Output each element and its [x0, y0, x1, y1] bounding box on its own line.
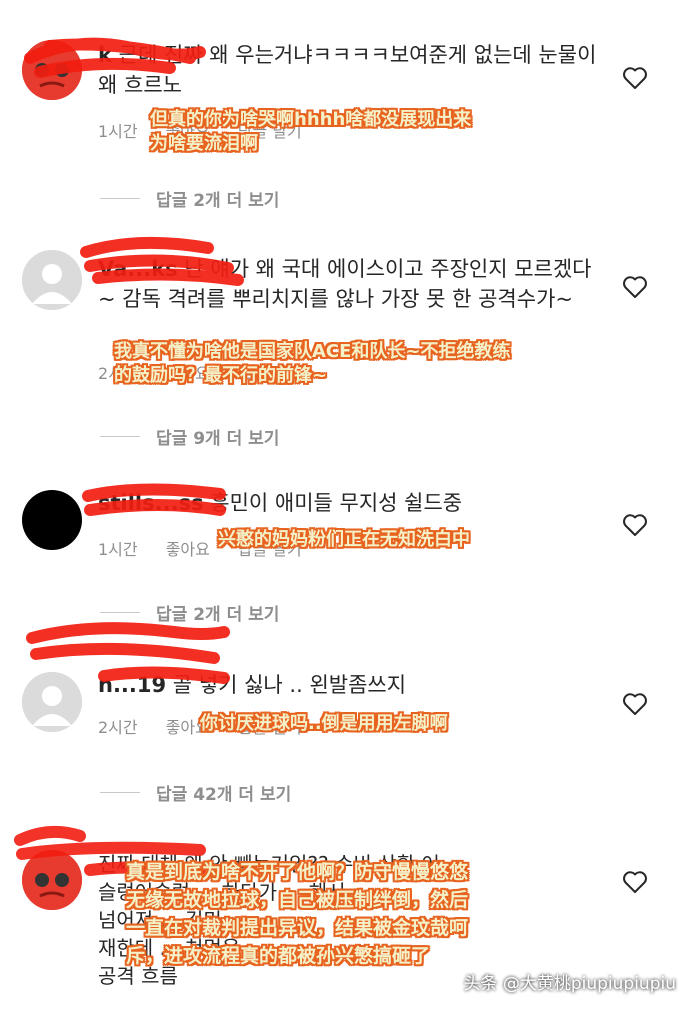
- comment-body: 골 넣기 싫나 .. 왼발좀쓰지: [172, 673, 407, 697]
- translation-overlay-5: 真是到底为啥不开了他啊？防守慢慢悠悠 无缘无故地拉球，自己被压制绊倒，然后 一直…: [126, 858, 468, 970]
- comment-time: 1시간: [98, 540, 138, 559]
- avatar[interactable]: [22, 250, 82, 310]
- view-replies-label: 답글 2개 더 보기: [156, 191, 280, 211]
- divider-line: [100, 792, 140, 793]
- translation-line: 一直在对裁判提出异议，结果被金玟哉呵: [126, 917, 469, 939]
- avatar[interactable]: [22, 490, 82, 550]
- comment-time: 1시간: [98, 122, 138, 141]
- divider-line: [100, 198, 140, 199]
- comment-body: 근데 진짜 왜 우는거냐ㅋㅋㅋㅋ보여준게 없는데 눈물이 왜 흐르노: [98, 43, 597, 97]
- translation-line: 无缘无故地拉球，自己被压制绊倒，然后: [126, 889, 469, 911]
- comment-text: n...19 골 넣기 싫나 .. 왼발좀쓰지: [98, 670, 598, 700]
- comment-username[interactable]: Va...ks: [98, 257, 178, 281]
- heart-icon: [623, 871, 647, 893]
- avatar[interactable]: [22, 850, 82, 910]
- comment-username[interactable]: stills...ss: [98, 491, 204, 515]
- translation-line: 为啥要流泪啊: [150, 133, 258, 154]
- view-replies-button[interactable]: 답글 9개 더 보기: [100, 424, 279, 449]
- default-avatar-icon: [22, 672, 82, 732]
- translation-line: 但真的你为啥哭啊hhhh啥都没展现出来: [150, 109, 472, 130]
- default-avatar-icon: [22, 250, 82, 310]
- comment-username[interactable]: n...19: [98, 673, 166, 697]
- translation-line: 的鼓励吗？最不行的前锋~: [114, 365, 328, 386]
- comment-username[interactable]: k: [98, 43, 112, 67]
- view-replies-label: 답글 42개 더 보기: [156, 785, 292, 805]
- comment-1: k 근데 진짜 왜 우는거냐ㅋㅋㅋㅋ보여준게 없는데 눈물이 왜 흐르노 1시간…: [0, 0, 690, 211]
- divider-line: [100, 436, 140, 437]
- view-replies-button[interactable]: 답글 2개 더 보기: [100, 600, 279, 625]
- translation-line: 真是到底为啥不开了他啊？防守慢慢悠悠: [126, 861, 469, 883]
- heart-icon: [623, 67, 647, 89]
- comment-text: stills...ss 흥민이 애미들 무지성 쉴드중: [98, 488, 598, 518]
- like-button[interactable]: [622, 66, 648, 90]
- like-button[interactable]: [622, 870, 648, 894]
- heart-icon: [623, 276, 647, 298]
- like-button[interactable]: [622, 692, 648, 716]
- watermark: 头条 @大黄桃piupiupiupiu: [463, 974, 676, 994]
- comment-text: Va...ks 난 얘가 왜 국대 에이스이고 주장인지 모르겠다 ~ 감독 격…: [98, 254, 598, 314]
- translation-overlay-1: 但真的你为啥哭啊hhhh啥都没展现出来 为啥要流泪啊: [150, 108, 471, 156]
- heart-icon: [623, 693, 647, 715]
- like-count-link[interactable]: 좋아요: [166, 536, 210, 560]
- like-button[interactable]: [622, 513, 648, 537]
- translation-line: 我真不懂为啥他是国家队ACE和队长~不拒绝教练: [114, 341, 511, 362]
- comment-time: 2시간: [98, 718, 138, 737]
- translation-line: 兴憨的妈妈粉们正在无知洗白中: [218, 529, 470, 550]
- divider-line: [100, 612, 140, 613]
- view-replies-button[interactable]: 답글 42개 더 보기: [100, 780, 291, 805]
- translation-overlay-3: 兴憨的妈妈粉们正在无知洗白中: [218, 528, 470, 552]
- comment-body: 흥민이 애미들 무지성 쉴드중: [210, 491, 463, 515]
- red-face-avatar-icon: [22, 40, 82, 100]
- red-face-avatar-icon: [22, 850, 82, 910]
- avatar[interactable]: [22, 672, 82, 732]
- avatar[interactable]: [22, 40, 82, 100]
- comment-text: k 근데 진짜 왜 우는거냐ㅋㅋㅋㅋ보여준게 없는데 눈물이 왜 흐르노: [98, 40, 598, 100]
- translation-overlay-2: 我真不懂为啥他是国家队ACE和队长~不拒绝教练 的鼓励吗？最不行的前锋~: [114, 340, 511, 388]
- view-replies-label: 답글 2개 더 보기: [156, 605, 280, 625]
- heart-icon: [623, 514, 647, 536]
- translation-overlay-4: 你讨厌进球吗..倒是用用左脚啊: [200, 712, 448, 736]
- translation-line: 你讨厌进球吗..倒是用用左脚啊: [200, 713, 448, 734]
- translation-line: 斥，进攻流程真的都被孙兴慜搞砸了: [126, 945, 431, 967]
- like-button[interactable]: [622, 275, 648, 299]
- view-replies-label: 답글 9개 더 보기: [156, 429, 280, 449]
- view-replies-button[interactable]: 답글 2개 더 보기: [100, 186, 279, 211]
